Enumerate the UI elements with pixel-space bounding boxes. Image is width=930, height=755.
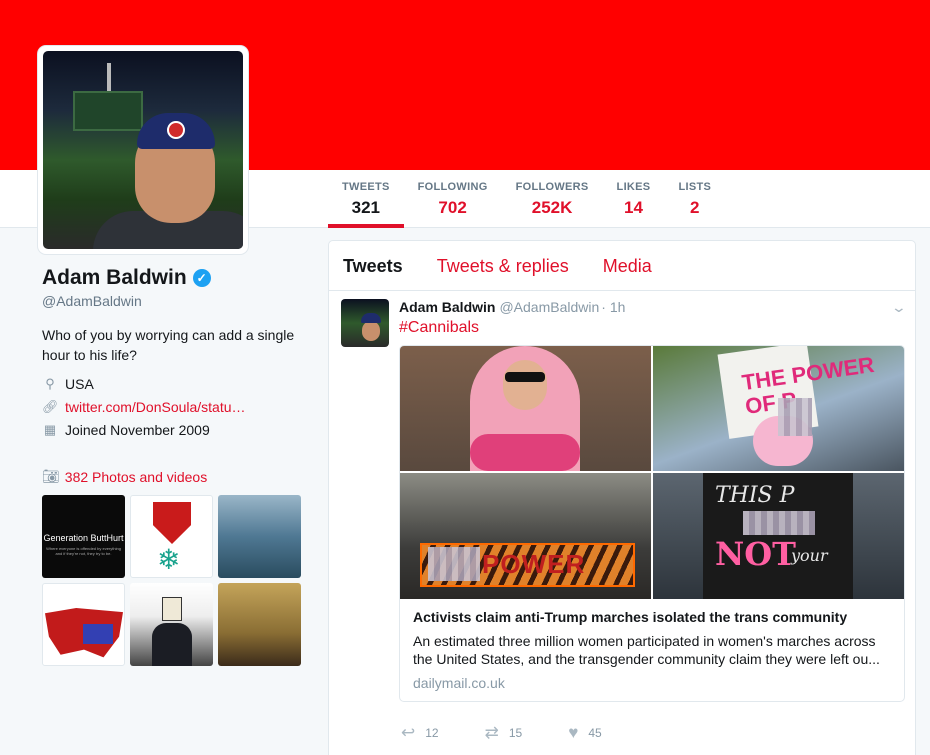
profile-avatar[interactable] [38, 46, 248, 254]
censor-blur [428, 547, 480, 581]
card-domain[interactable]: dailymail.co.uk [413, 675, 891, 691]
location-text: USA [65, 375, 94, 392]
thumb-title: Generation ButtHurt [43, 533, 124, 543]
profile-bio: Who of you by worrying can add a single … [42, 327, 295, 363]
card-title[interactable]: Activists claim anti-Trump marches isola… [413, 609, 891, 625]
photo-thumb[interactable]: ❄ [130, 495, 213, 578]
camera-icon: 📷︎ [42, 468, 60, 484]
profile-meta: ⚲ USA 🔗︎ twitter.com/DonSoula/statu… ▦ J… [42, 375, 312, 438]
profile-joined: ▦ Joined November 2009 [42, 421, 312, 438]
stat-value: 321 [351, 198, 380, 217]
stat-followers[interactable]: FOLLOWERS 252K [502, 170, 603, 228]
protest-sign-not: NOT [715, 535, 796, 573]
calendar-icon: ▦ [43, 421, 57, 437]
tweet-header: Adam Baldwin @AdamBaldwin · 1h [399, 299, 903, 318]
stat-label: TWEETS [342, 181, 390, 193]
person-face [503, 360, 547, 410]
photo-thumb[interactable] [218, 583, 301, 666]
retweet-button[interactable]: ⇄ 15 [485, 722, 523, 744]
protest-banner-text: POWER [482, 549, 586, 579]
photo-thumb[interactable] [218, 495, 301, 578]
tweet-avatar-face [362, 321, 380, 341]
profile-name[interactable]: Adam Baldwin [42, 266, 187, 290]
stat-label: FOLLOWING [417, 181, 488, 193]
card-image: THE POWER OF P [653, 346, 904, 471]
profile-url: 🔗︎ twitter.com/DonSoula/statu… [42, 398, 312, 415]
stat-label: LIKES [616, 181, 651, 193]
stat-label: LISTS [678, 181, 712, 193]
location-pin-icon: ⚲ [45, 375, 55, 391]
joined-text: Joined November 2009 [65, 421, 210, 438]
tv-head-graphic [162, 597, 182, 621]
protest-sign-your: your [791, 546, 828, 565]
stadium-tower [107, 63, 111, 93]
thumb-subtitle: Where everyone is offended by everything… [46, 546, 121, 556]
tweet-avatar-cap [361, 313, 381, 323]
card-description: An estimated three million women partici… [413, 633, 880, 667]
tweet-avatar[interactable] [341, 299, 389, 347]
reply-icon: ↩ [401, 723, 416, 742]
cap-logo [167, 121, 185, 139]
suit-figure [152, 623, 192, 666]
profile-handle[interactable]: @AdamBaldwin [42, 293, 312, 309]
sunglasses [505, 372, 545, 382]
photos-videos-link[interactable]: 📷︎ 382 Photos and videos [42, 468, 312, 485]
retweet-icon: ⇄ [484, 723, 499, 742]
reply-button[interactable]: ↩ 12 [401, 722, 439, 744]
profile-sidebar: Adam Baldwin ✓ @AdamBaldwin Who of you b… [42, 266, 312, 666]
shield-graphic [153, 502, 191, 544]
photo-thumb[interactable] [130, 583, 213, 666]
verified-badge-icon: ✓ [192, 269, 211, 287]
tab-tweets-replies[interactable]: Tweets & replies [437, 241, 569, 290]
retweet-count: 15 [508, 726, 523, 740]
photos-label: 382 Photos and videos [64, 468, 208, 485]
stadium-scoreboard [73, 91, 143, 131]
stat-lists[interactable]: LISTS 2 [664, 170, 725, 228]
photo-thumb[interactable]: Generation ButtHurt Where everyone is of… [42, 495, 125, 578]
avatar-image [43, 51, 243, 249]
stat-tweets[interactable]: TWEETS 321 [328, 170, 404, 228]
photo-grid: Generation ButtHurt Where everyone is of… [42, 495, 312, 666]
reply-count: 12 [425, 726, 439, 740]
stat-following[interactable]: FOLLOWING 702 [404, 170, 502, 228]
profile-name-row: Adam Baldwin ✓ [42, 266, 312, 290]
card-image: THIS P NOT your [653, 473, 904, 599]
stat-label: FOLLOWERS [515, 181, 589, 193]
timeline: Tweets Tweets & replies Media Adam Baldw… [328, 240, 916, 755]
profile-stats: TWEETS 321 FOLLOWING 702 FOLLOWERS 252K … [328, 170, 725, 228]
stat-value: 14 [624, 198, 643, 217]
tweet-timestamp[interactable]: · 1h [601, 299, 625, 315]
stat-likes[interactable]: LIKES 14 [603, 170, 665, 228]
card-body: Activists claim anti-Trump marches isola… [400, 599, 904, 701]
timeline-tabs: Tweets Tweets & replies Media [329, 241, 915, 291]
like-button[interactable]: ♥ 45 [568, 722, 601, 744]
tab-tweets[interactable]: Tweets [343, 241, 403, 290]
tab-media[interactable]: Media [603, 241, 652, 290]
snowflake-icon: ❄ [157, 544, 181, 575]
censor-blur [743, 511, 815, 535]
protest-sign-text: THIS P [715, 483, 795, 508]
censor-blur [778, 398, 812, 436]
profile-location: ⚲ USA [42, 375, 312, 392]
stat-value: 252K [531, 198, 573, 217]
stat-value: 2 [690, 198, 700, 217]
card-image: POWER [400, 473, 651, 599]
card-image-collage: THE POWER OF P POWER THIS P NOT your [400, 346, 904, 599]
profile-url-link[interactable]: twitter.com/DonSoula/statu… [65, 399, 246, 415]
tweet-author-name[interactable]: Adam Baldwin [399, 299, 495, 315]
link-icon: 🔗︎ [42, 398, 59, 414]
tweet-hashtag[interactable]: #Cannibals [399, 319, 903, 337]
card-image [400, 346, 651, 471]
heart-icon: ♥ [568, 723, 579, 742]
like-count: 45 [588, 726, 602, 740]
tweet-author-handle[interactable]: @AdamBaldwin [499, 299, 599, 315]
link-card[interactable]: THE POWER OF P POWER THIS P NOT your Act… [399, 345, 905, 702]
tweet[interactable]: Adam Baldwin @AdamBaldwin · 1h ⌄ #Cannib… [329, 291, 915, 744]
photo-thumb[interactable] [42, 583, 125, 666]
pink-boa [470, 434, 580, 471]
stat-value: 702 [438, 198, 467, 217]
us-map-region [83, 624, 113, 644]
chevron-down-icon[interactable]: ⌄ [891, 299, 907, 316]
tweet-actions: ↩ 12 ⇄ 15 ♥ 45 [399, 722, 903, 744]
